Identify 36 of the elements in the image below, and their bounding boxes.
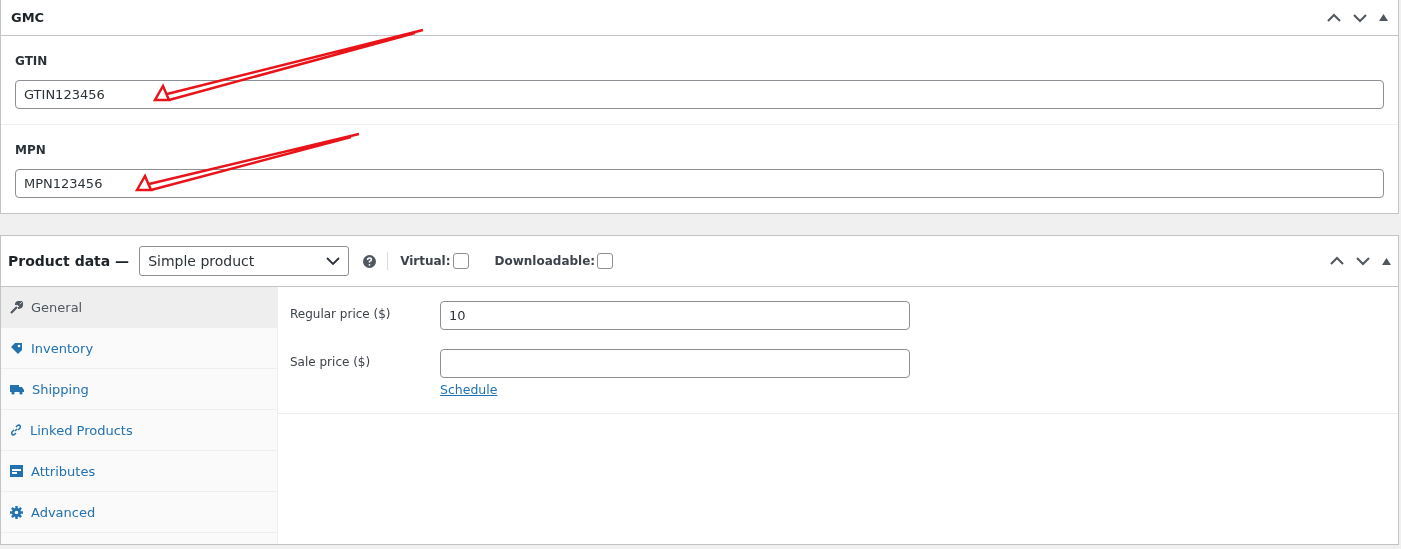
checkbox[interactable]: [452, 253, 469, 269]
list-icon: [10, 465, 23, 477]
tag-icon: [10, 341, 23, 355]
panel-title: GMC: [11, 10, 45, 25]
gear-icon: [10, 505, 23, 519]
product-type-select[interactable]: Simple product: [139, 246, 350, 276]
field-label: Regular price ($): [290, 306, 392, 321]
sidebar-tab[interactable]: Advanced: [1, 492, 277, 533]
checkbox[interactable]: [597, 253, 614, 269]
option-label: Virtual:: [400, 254, 451, 268]
text-field[interactable]: GTIN123456: [15, 80, 1384, 109]
panel-title: Product data —: [8, 253, 130, 269]
field-label: Sale price ($): [290, 354, 372, 369]
link-icon: [10, 424, 22, 436]
collapse-icon[interactable]: [1382, 257, 1391, 265]
move-down-icon[interactable]: [1353, 12, 1367, 23]
move-down-icon[interactable]: [1356, 256, 1370, 266]
sidebar-tab[interactable]: Linked Products: [1, 410, 277, 451]
option-label: Downloadable:: [494, 254, 596, 268]
field-label: GTIN: [15, 54, 49, 68]
price-field[interactable]: 10: [440, 301, 910, 330]
truck-icon: [10, 383, 24, 395]
move-up-icon[interactable]: [1330, 256, 1344, 266]
field-label: MPN: [15, 143, 47, 157]
sidebar-tab[interactable]: General: [1, 287, 277, 328]
text-field[interactable]: MPN123456: [15, 169, 1384, 198]
sidebar-tab[interactable]: Shipping: [1, 369, 277, 410]
caret-icon: [326, 256, 341, 266]
sidebar-tab[interactable]: Attributes: [1, 451, 277, 492]
wrench-icon: [10, 300, 23, 314]
move-up-icon[interactable]: [1327, 12, 1341, 23]
sidebar-tab[interactable]: Inventory: [1, 328, 277, 369]
schedule-link[interactable]: Schedule: [440, 382, 498, 397]
collapse-icon[interactable]: [1379, 14, 1388, 21]
help-icon[interactable]: [363, 254, 377, 268]
price-field[interactable]: [440, 349, 910, 378]
